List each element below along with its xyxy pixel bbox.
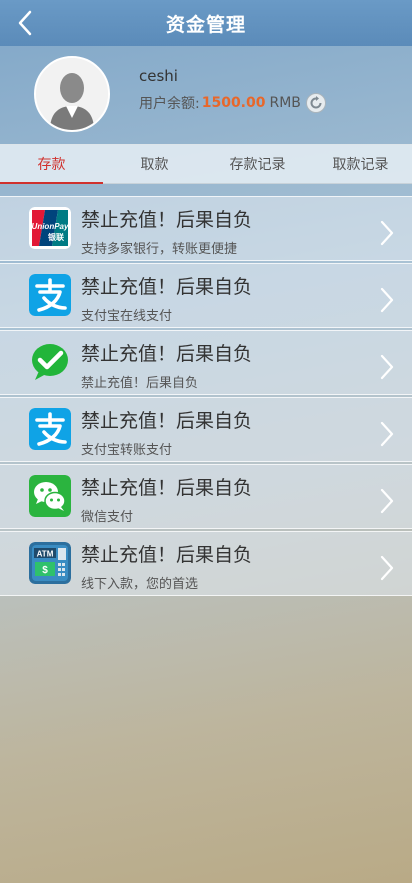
item-title: 禁止充值！后果自负	[81, 544, 253, 566]
chevron-right-icon	[380, 354, 394, 380]
list-item[interactable]: 禁止充值！后果自负 微信支付	[0, 464, 412, 529]
wechat-icon	[29, 475, 71, 517]
svg-text:银联: 银联	[47, 232, 64, 242]
list-item[interactable]: 禁止充值！后果自负 支付宝转账支付	[0, 397, 412, 462]
list-item[interactable]: 禁止充值！后果自负 支付宝在线支付	[0, 263, 412, 328]
user-silhouette-icon	[36, 58, 108, 130]
payment-method-list: UnionPay 银联 禁止充值！后果自负 支持多家银行，转账更便捷 禁止充值！…	[0, 196, 412, 598]
refresh-icon	[310, 96, 322, 109]
svg-text:$: $	[42, 565, 48, 576]
tab-withdraw-records[interactable]: 取款记录	[309, 145, 412, 183]
unionpay-icon: UnionPay 银联	[29, 207, 71, 249]
app-header: 资金管理	[0, 0, 412, 46]
atm-icon: ATM $	[29, 542, 71, 584]
tab-deposit[interactable]: 存款	[0, 145, 103, 184]
balance-value: 1500.00	[201, 95, 266, 111]
alipay-icon	[29, 408, 71, 450]
refresh-button[interactable]	[305, 93, 326, 113]
list-item[interactable]: ATM $ 禁止充值！后果自负 线下入款，您的首选	[0, 531, 412, 596]
chevron-right-icon	[380, 488, 394, 514]
item-subtitle: 支付宝在线支付	[81, 309, 173, 324]
profile-section: ceshi 用户余额: 1500.00 RMB	[0, 46, 412, 143]
item-title: 禁止充值！后果自负	[81, 410, 253, 432]
page-title: 资金管理	[165, 13, 246, 36]
list-item[interactable]: 禁止充值！后果自负 禁止充值！后果自负	[0, 330, 412, 395]
chevron-left-icon	[18, 10, 32, 36]
tab-withdraw[interactable]: 取款	[103, 145, 206, 183]
chevron-right-icon	[380, 555, 394, 581]
tab-bar: 存款 取款 存款记录 取款记录	[0, 144, 412, 184]
item-title: 禁止充值！后果自负	[81, 209, 253, 231]
item-subtitle: 支付宝转账支付	[81, 443, 173, 458]
back-button[interactable]	[10, 6, 40, 40]
item-subtitle: 禁止充值！后果自负	[81, 376, 199, 391]
balance-label: 用户余额:	[139, 96, 200, 112]
item-subtitle: 支持多家银行，转账更便捷	[81, 242, 238, 257]
chevron-right-icon	[380, 287, 394, 313]
item-subtitle: 微信支付	[81, 510, 134, 525]
item-title: 禁止充值！后果自负	[81, 276, 253, 298]
svg-text:UnionPay: UnionPay	[32, 222, 69, 231]
list-item[interactable]: UnionPay 银联 禁止充值！后果自负 支持多家银行，转账更便捷	[0, 196, 412, 261]
chevron-right-icon	[380, 421, 394, 447]
chevron-right-icon	[380, 220, 394, 246]
wechat-check-icon	[29, 341, 71, 383]
alipay-icon	[29, 274, 71, 316]
tab-deposit-records[interactable]: 存款记录	[206, 145, 309, 183]
balance-unit: RMB	[269, 95, 301, 111]
balance-row: 用户余额: 1500.00 RMB	[139, 93, 326, 113]
item-title: 禁止充值！后果自负	[81, 477, 253, 499]
item-title: 禁止充值！后果自负	[81, 343, 253, 365]
avatar	[34, 56, 110, 132]
username: ceshi	[139, 67, 178, 85]
item-subtitle: 线下入款，您的首选	[81, 577, 199, 592]
svg-text:ATM: ATM	[37, 550, 54, 559]
